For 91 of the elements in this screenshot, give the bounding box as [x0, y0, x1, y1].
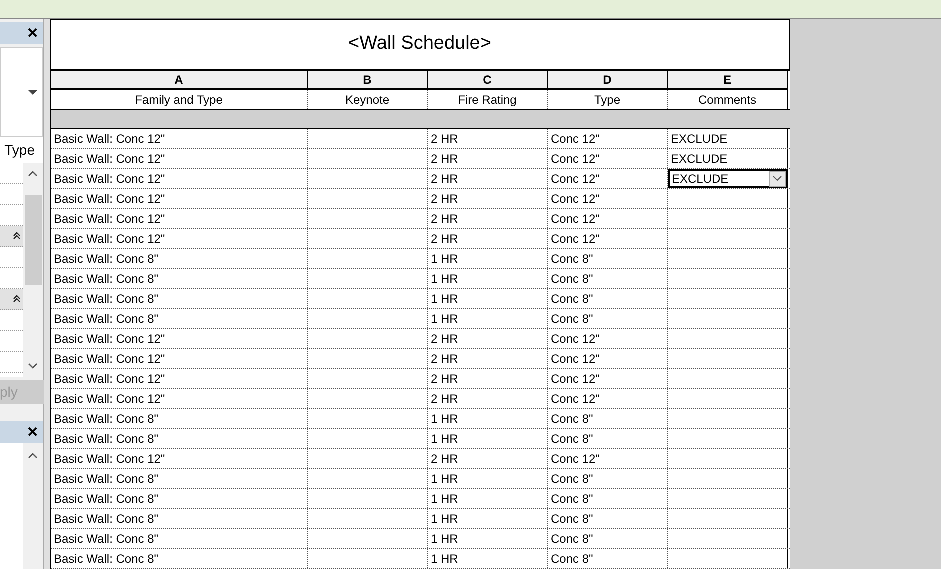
- column-header: Keynote: [308, 90, 428, 109]
- table-cell: Basic Wall: Conc 8": [51, 409, 308, 428]
- table-cell: 1 HR: [428, 489, 548, 508]
- table-cell: Conc 12": [548, 149, 668, 168]
- table-cell: Conc 12": [548, 329, 668, 348]
- table-cell: Basic Wall: Conc 12": [51, 189, 308, 208]
- table-cell: 1 HR: [428, 509, 548, 528]
- table-cell: Basic Wall: Conc 8": [51, 509, 308, 528]
- table-cell: Basic Wall: Conc 12": [51, 449, 308, 468]
- table-cell: 1 HR: [428, 249, 548, 268]
- table-cell: Basic Wall: Conc 12": [51, 149, 308, 168]
- scroll-up-icon[interactable]: [28, 453, 38, 459]
- table-cell: Conc 8": [548, 489, 668, 508]
- table-cell: Conc 12": [548, 389, 668, 408]
- scrollbar[interactable]: [23, 443, 43, 569]
- table-cell: Conc 12": [548, 229, 668, 248]
- column-header: Fire Rating: [428, 90, 548, 109]
- table-cell: Basic Wall: Conc 8": [51, 269, 308, 288]
- table-cell: Conc 8": [548, 509, 668, 528]
- table-cell: 2 HR: [428, 189, 548, 208]
- table-cell: 1 HR: [428, 269, 548, 288]
- schedule-title: <Wall Schedule>: [348, 32, 492, 56]
- table-cell: Conc 8": [548, 429, 668, 448]
- table-cell: Basic Wall: Conc 8": [51, 469, 308, 488]
- table-cell: Conc 8": [548, 289, 668, 308]
- table-cell: Basic Wall: Conc 12": [51, 329, 308, 348]
- table-cell: 1 HR: [428, 409, 548, 428]
- table-cell: 2 HR: [428, 389, 548, 408]
- table-cell: Conc 8": [548, 549, 668, 568]
- column-header: Type: [548, 90, 668, 109]
- comments-dropdown[interactable]: EXCLUDE: [668, 169, 788, 188]
- table-cell: Conc 8": [548, 249, 668, 268]
- table-cell: Conc 12": [548, 129, 668, 148]
- table-cell: Conc 8": [548, 309, 668, 328]
- table-cell: 1 HR: [428, 429, 548, 448]
- column-header: Comments: [668, 90, 788, 109]
- table-cell: 1 HR: [428, 529, 548, 548]
- table-cell: Basic Wall: Conc 8": [51, 549, 308, 568]
- table-cell: Basic Wall: Conc 8": [51, 529, 308, 548]
- table-cell: Conc 8": [548, 409, 668, 428]
- table-cell: 1 HR: [428, 289, 548, 308]
- table-cell: 2 HR: [428, 229, 548, 248]
- table-cell: Basic Wall: Conc 12": [51, 369, 308, 388]
- table-cell: Basic Wall: Conc 12": [51, 169, 308, 188]
- table-cell: Basic Wall: Conc 8": [51, 249, 308, 268]
- table-cell: Conc 12": [548, 349, 668, 368]
- table-cell: Basic Wall: Conc 12": [51, 209, 308, 228]
- table-cell: Basic Wall: Conc 8": [51, 489, 308, 508]
- collapse-icon[interactable]: [13, 295, 21, 303]
- column-header: Family and Type: [51, 90, 308, 109]
- table-cell: Conc 12": [548, 209, 668, 228]
- table-cell: EXCLUDE: [668, 149, 788, 168]
- table-cell: Basic Wall: Conc 12": [51, 349, 308, 368]
- table-cell: Conc 12": [548, 189, 668, 208]
- table-cell: Conc 8": [548, 529, 668, 548]
- table-cell: Basic Wall: Conc 8": [51, 429, 308, 448]
- table-cell: Basic Wall: Conc 12": [51, 129, 308, 148]
- table-cell: 2 HR: [428, 329, 548, 348]
- table-cell: 1 HR: [428, 309, 548, 328]
- column-letter-header[interactable]: C: [428, 71, 548, 90]
- table-cell: 2 HR: [428, 149, 548, 168]
- table-cell: Conc 8": [548, 469, 668, 488]
- table-cell: 2 HR: [428, 209, 548, 228]
- table-cell: 1 HR: [428, 549, 548, 568]
- collapse-icon[interactable]: [13, 232, 21, 240]
- column-letter-header[interactable]: D: [548, 71, 668, 90]
- table-cell: Basic Wall: Conc 8": [51, 309, 308, 328]
- column-letter-header[interactable]: A: [51, 71, 308, 90]
- table-cell: Basic Wall: Conc 12": [51, 229, 308, 248]
- scrollbar-thumb[interactable]: [24, 195, 42, 285]
- table-cell: Basic Wall: Conc 12": [51, 389, 308, 408]
- table-cell: 2 HR: [428, 369, 548, 388]
- scrollbar[interactable]: [23, 163, 43, 377]
- table-cell: Conc 12": [548, 449, 668, 468]
- column-letter-header[interactable]: B: [308, 71, 428, 90]
- table-cell: Basic Wall: Conc 8": [51, 289, 308, 308]
- table-cell: EXCLUDE: [668, 129, 788, 148]
- column-letter-header[interactable]: E: [668, 71, 788, 90]
- table-cell: 2 HR: [428, 169, 548, 188]
- table-cell: 2 HR: [428, 349, 548, 368]
- close-button[interactable]: ✕: [27, 26, 39, 40]
- table-cell: Conc 8": [548, 269, 668, 288]
- scroll-up-icon[interactable]: [28, 171, 38, 177]
- close-button[interactable]: ✕: [27, 425, 39, 439]
- table-cell: 1 HR: [428, 469, 548, 488]
- scroll-down-icon[interactable]: [28, 363, 38, 369]
- table-cell: 2 HR: [428, 129, 548, 148]
- dropdown-arrow-icon: [28, 90, 38, 94]
- table-cell: Conc 12": [548, 369, 668, 388]
- table-cell: 2 HR: [428, 449, 548, 468]
- type-label: Type: [4, 140, 35, 160]
